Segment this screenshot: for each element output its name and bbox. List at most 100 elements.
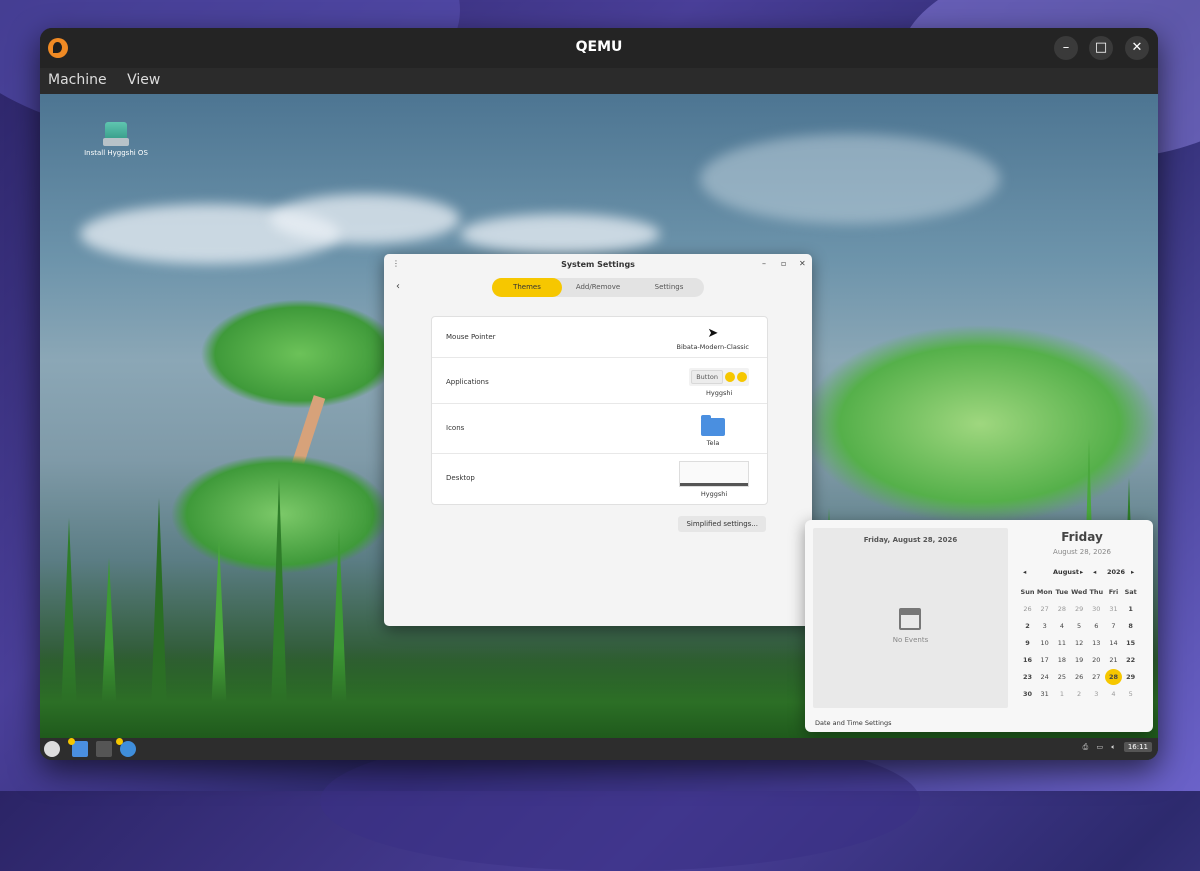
install-hyggshi-desktop-icon[interactable]: Install Hyggshi OS <box>76 122 156 157</box>
icons-row[interactable]: Icons Tela <box>432 404 767 454</box>
calendar-day-cell[interactable]: 26 <box>1019 601 1036 617</box>
files-icon[interactable] <box>68 738 88 757</box>
check-icon <box>725 372 735 382</box>
calendar-day-cell[interactable]: 22 <box>1122 652 1139 668</box>
calendar-day-cell[interactable]: 13 <box>1088 635 1105 651</box>
date-time-settings-link[interactable]: Date and Time Settings <box>815 719 892 727</box>
weekday-header: Wed <box>1071 588 1088 596</box>
calendar-day-cell[interactable]: 2 <box>1019 618 1036 634</box>
folder-icon <box>701 415 725 436</box>
calendar-empty-icon <box>899 608 921 630</box>
calendar-day-cell[interactable]: 1 <box>1122 601 1139 617</box>
settings-app-icon[interactable] <box>116 738 136 757</box>
calendar-day-cell[interactable]: 12 <box>1071 635 1088 651</box>
calendar-day-cell[interactable]: 7 <box>1105 618 1122 634</box>
calendar-day-cell[interactable]: 27 <box>1088 669 1105 685</box>
start-menu-icon[interactable] <box>44 741 60 757</box>
qemu-title: QEMU <box>575 39 623 55</box>
taskbar: ⎙ ▭ 🔈︎ 16:11 <box>40 738 1158 760</box>
calendar-day-cell[interactable]: 20 <box>1088 652 1105 668</box>
menu-view[interactable]: View <box>119 68 168 88</box>
calendar-day-cell[interactable]: 28 <box>1105 669 1122 685</box>
applications-row[interactable]: Applications Button Hyggshi <box>432 358 767 404</box>
terminal-icon[interactable] <box>96 741 112 757</box>
calendar-day-cell[interactable]: 1 <box>1053 686 1070 702</box>
calendar-day-cell[interactable]: 5 <box>1071 618 1088 634</box>
desktop-preview <box>679 461 749 487</box>
display-icon[interactable]: ▭ <box>1097 743 1104 751</box>
calendar-day-cell[interactable]: 15 <box>1122 635 1139 651</box>
weekday-header: Tue <box>1055 588 1069 596</box>
calendar-day-cell[interactable]: 21 <box>1105 652 1122 668</box>
calendar-day-cell[interactable]: 19 <box>1071 652 1088 668</box>
calendar-day-cell[interactable]: 29 <box>1071 601 1088 617</box>
wallpaper-cloud <box>460 214 660 254</box>
menu-machine[interactable]: Machine <box>40 68 115 88</box>
qemu-titlebar[interactable]: QEMU – □ ✕ <box>40 28 1158 68</box>
settings-maximize-button[interactable]: ▫ <box>781 259 786 268</box>
calendar-day-cell[interactable]: 25 <box>1053 669 1070 685</box>
calendar-day-cell[interactable]: 11 <box>1053 635 1070 651</box>
applications-preview: Button <box>689 368 749 386</box>
weekday-header: Sun <box>1020 588 1035 596</box>
calendar-day-cell[interactable]: 29 <box>1122 669 1139 685</box>
calendar-day-cell[interactable]: 9 <box>1019 635 1036 651</box>
install-icon-label: Install Hyggshi OS <box>84 149 148 157</box>
tab-themes[interactable]: Themes <box>492 278 562 297</box>
calendar-day-cell[interactable]: 6 <box>1088 618 1105 634</box>
desktop-row[interactable]: Desktop Hyggshi <box>432 454 767 504</box>
calendar-day-cell[interactable]: 10 <box>1036 635 1053 651</box>
calendar-day-cell[interactable]: 14 <box>1105 635 1122 651</box>
simplified-settings-button[interactable]: Simplified settings... <box>678 516 766 532</box>
calendar-day-cell[interactable]: 4 <box>1105 686 1122 702</box>
calendar-day-cell[interactable]: 3 <box>1088 686 1105 702</box>
applications-theme-name: Hyggshi <box>705 389 733 397</box>
radio-icon <box>737 372 747 382</box>
applications-value: Button Hyggshi <box>689 368 749 397</box>
calendar-day-cell[interactable]: 28 <box>1053 601 1070 617</box>
taskbar-clock[interactable]: 16:11 <box>1123 742 1152 752</box>
weekday-header: Fri <box>1108 588 1119 596</box>
printer-icon[interactable]: ⎙ <box>1083 743 1089 751</box>
calendar-day-cell[interactable]: 27 <box>1036 601 1053 617</box>
calendar-day-cell[interactable]: 24 <box>1036 669 1053 685</box>
calendar-day-cell[interactable]: 8 <box>1122 618 1139 634</box>
volume-icon[interactable]: 🔈︎ <box>1111 743 1115 751</box>
close-button[interactable]: ✕ <box>1125 36 1149 60</box>
calendar-day-cell[interactable]: 31 <box>1036 686 1053 702</box>
calendar-day-cell[interactable]: 2 <box>1071 686 1088 702</box>
calendar-day-cell[interactable]: 31 <box>1105 601 1122 617</box>
next-year-icon[interactable]: ▸ <box>1131 568 1134 576</box>
weekday-header: Mon <box>1036 588 1053 596</box>
next-month-icon[interactable]: ▸ <box>1080 568 1083 576</box>
settings-minimize-button[interactable]: – <box>762 259 766 268</box>
calendar-day-cell[interactable]: 30 <box>1088 601 1105 617</box>
minimize-button[interactable]: – <box>1054 36 1078 60</box>
qemu-window: QEMU – □ ✕ Machine View Install Hyggshi … <box>40 28 1158 760</box>
desktop-label: Desktop <box>446 474 475 482</box>
tab-add-remove[interactable]: Add/Remove <box>562 278 634 297</box>
settings-close-button[interactable]: ✕ <box>799 259 806 268</box>
prev-year-icon[interactable]: ◂ <box>1093 568 1096 576</box>
calendar-day-cell[interactable]: 5 <box>1122 686 1139 702</box>
calendar-day-cell[interactable]: 16 <box>1019 652 1036 668</box>
themes-panel: Mouse Pointer ➤ Bibata-Modern-Classic Ap… <box>431 316 768 505</box>
calendar-day-cell[interactable]: 18 <box>1053 652 1070 668</box>
calendar-day-cell[interactable]: 3 <box>1036 618 1053 634</box>
back-chevron-icon[interactable]: ‹ <box>396 281 400 292</box>
calendar-day-cell[interactable]: 26 <box>1071 669 1088 685</box>
weekday-header: Thu <box>1089 588 1104 596</box>
maximize-button[interactable]: □ <box>1089 36 1113 60</box>
calendar-day-cell[interactable]: 23 <box>1019 669 1036 685</box>
calendar-day-cell[interactable]: 30 <box>1019 686 1036 702</box>
system-settings-window: ⋮ System Settings – ▫ ✕ ‹ Themes Add/Rem… <box>384 254 812 626</box>
events-panel: Friday, August 28, 2026 No Events <box>813 528 1008 708</box>
mouse-pointer-row[interactable]: Mouse Pointer ➤ Bibata-Modern-Classic <box>432 317 767 358</box>
tab-settings[interactable]: Settings <box>634 278 704 297</box>
guest-desktop[interactable]: Install Hyggshi OS ⋮ System Settings – ▫… <box>40 94 1158 760</box>
prev-month-icon[interactable]: ◂ <box>1023 568 1026 576</box>
preview-button: Button <box>691 370 723 384</box>
icons-theme-name: Tela <box>706 439 720 447</box>
calendar-day-cell[interactable]: 4 <box>1053 618 1070 634</box>
calendar-day-cell[interactable]: 17 <box>1036 652 1053 668</box>
